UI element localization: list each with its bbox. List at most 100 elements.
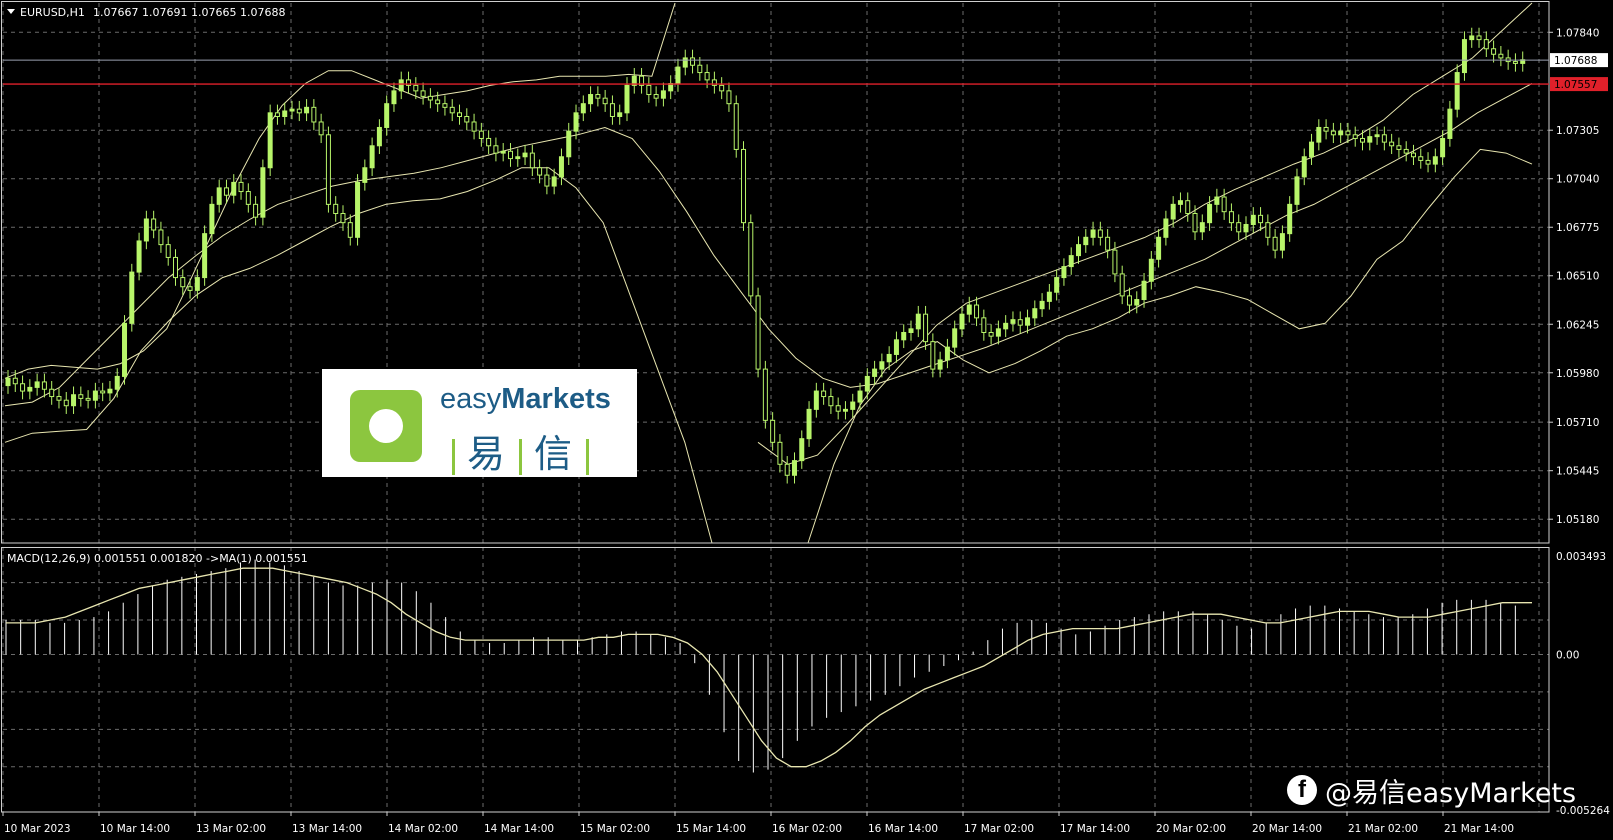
- candle-body: [529, 152, 535, 169]
- macd-axis-label: 0.00: [1556, 650, 1579, 662]
- candle-body: [690, 57, 696, 66]
- candle-body: [821, 390, 827, 398]
- facebook-icon: f: [1287, 775, 1317, 805]
- candle-body: [369, 145, 375, 169]
- candle-body: [617, 112, 623, 117]
- candle-body: [1148, 258, 1154, 282]
- logo-cn-1: 易: [467, 432, 508, 476]
- candle-body: [959, 313, 965, 330]
- candle-body: [391, 90, 397, 105]
- easymarkets-logo: easyMarkets 易信: [322, 369, 637, 477]
- candle-body: [813, 390, 819, 410]
- candle-body: [1381, 134, 1387, 143]
- candle-body: [602, 97, 608, 105]
- candle-body: [1199, 222, 1205, 233]
- logo-chinese-name: 易信: [440, 423, 601, 478]
- main-pane-border: [1, 1, 1550, 544]
- symbol-dropdown-triangle-icon[interactable]: [7, 9, 15, 14]
- time-axis-label: 13 Mar 02:00: [196, 823, 266, 835]
- price-candles[interactable]: [5, 27, 1526, 484]
- candle-body: [92, 390, 98, 401]
- price-axis-label: 1.07305: [1556, 125, 1599, 137]
- candle-body: [857, 390, 863, 403]
- candle-body: [107, 388, 113, 394]
- time-axis-label: 21 Mar 02:00: [1348, 823, 1418, 835]
- candle-body: [609, 103, 615, 117]
- candle-body: [726, 90, 732, 105]
- candle-body: [507, 150, 513, 160]
- candle-body: [413, 84, 419, 92]
- candle-body: [784, 463, 790, 476]
- time-axis-label: 10 Mar 14:00: [100, 823, 170, 835]
- time-axis-label: 20 Mar 14:00: [1252, 823, 1322, 835]
- candle-body: [966, 304, 972, 315]
- candle-body: [755, 295, 761, 370]
- macd-indicator: [5, 559, 1532, 773]
- candle-body: [1367, 136, 1373, 143]
- candle-body: [981, 317, 987, 333]
- candle-body: [362, 167, 368, 183]
- chart-labels: EURUSD,H1 1.07667 1.07691 1.07665 1.0768…: [7, 6, 308, 565]
- candle-body: [100, 390, 106, 394]
- candle-body: [34, 381, 40, 388]
- candle-body: [427, 95, 433, 101]
- candle-body: [1338, 130, 1344, 136]
- chart-grid: [2, 3, 1549, 812]
- candle-body: [558, 156, 564, 178]
- bb-upper-band: [757, 2, 1533, 465]
- candle-body: [1134, 299, 1140, 306]
- candle-body: [172, 256, 178, 279]
- candle-body: [1447, 108, 1453, 139]
- candle-body: [1330, 130, 1336, 136]
- candle-body: [180, 277, 186, 288]
- candle-body: [1243, 223, 1249, 233]
- candle-body: [879, 361, 885, 370]
- logo-divider: [452, 438, 455, 475]
- candle-body: [20, 383, 26, 392]
- candle-body: [741, 148, 747, 224]
- logo-wordmark: easyMarkets: [440, 383, 611, 416]
- candle-body: [486, 137, 492, 147]
- bb-middle-band: [4, 83, 1533, 407]
- candle-body: [682, 57, 688, 68]
- candle-body: [1345, 130, 1351, 136]
- candle-body: [1483, 39, 1489, 50]
- candle-body: [893, 339, 899, 355]
- candle-body: [1068, 255, 1074, 268]
- candle-body: [937, 359, 943, 370]
- time-axis-label: 17 Mar 14:00: [1060, 823, 1130, 835]
- candle-body: [5, 377, 11, 387]
- candle-body: [209, 203, 215, 235]
- candle-body: [500, 150, 506, 154]
- candle-body: [202, 233, 208, 279]
- candle-body: [1017, 319, 1023, 326]
- candle-body: [1403, 148, 1409, 154]
- bb-lower-band: [807, 148, 1533, 544]
- candle-body: [1440, 137, 1446, 158]
- candle-body: [216, 187, 222, 205]
- candle-body: [1279, 233, 1285, 251]
- candle-body: [595, 94, 601, 99]
- time-axis-label: 15 Mar 02:00: [580, 823, 650, 835]
- candle-body: [1156, 236, 1162, 260]
- candle-body: [231, 181, 237, 196]
- logo-divider: [586, 438, 590, 475]
- time-axis-label: 16 Mar 14:00: [868, 823, 938, 835]
- candle-body: [748, 222, 754, 297]
- candle-body: [1476, 35, 1482, 41]
- candle-body: [122, 322, 128, 377]
- price-lines[interactable]: 1.07688 1.07557: [3, 53, 1608, 92]
- candle-body: [901, 331, 907, 341]
- trading-chart[interactable]: 1.07840 1.07305 1.07040 1.06775 1.06510 1.062…: [0, 0, 1613, 840]
- candle-body: [289, 108, 295, 112]
- candle-body: [1461, 39, 1467, 74]
- price-axis-label: 1.07840: [1556, 27, 1599, 39]
- candle-body: [1301, 156, 1307, 178]
- time-axis-label: 14 Mar 02:00: [388, 823, 458, 835]
- macd-axis-label: 0.003493: [1556, 551, 1606, 563]
- macd-indicator-label[interactable]: MACD(12,26,9) 0.001551 0.001820 ->MA(1) …: [7, 552, 308, 565]
- candle-body: [1054, 277, 1060, 293]
- candle-body: [151, 218, 157, 231]
- candle-body: [1061, 266, 1067, 279]
- candle-body: [333, 203, 339, 215]
